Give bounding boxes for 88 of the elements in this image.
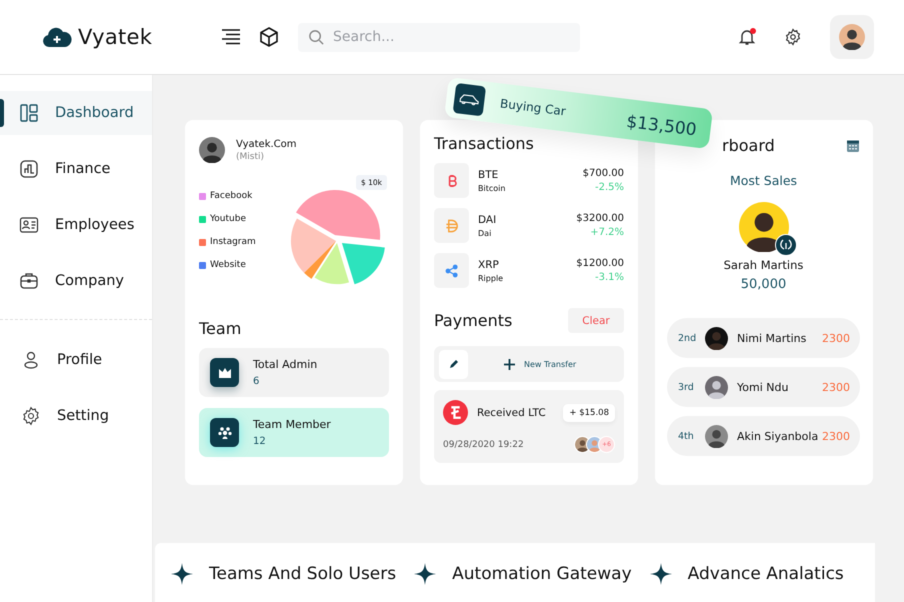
- team-stat-card[interactable]: Team Member 12: [199, 408, 389, 457]
- leaderboard-row[interactable]: 3rd Yomi Ndu 2300: [667, 367, 860, 407]
- avatar: [738, 202, 788, 252]
- cube-icon[interactable]: [258, 26, 280, 48]
- notification-button[interactable]: [738, 28, 756, 46]
- sparkle-icon: [414, 563, 436, 585]
- rank-label: 3rd: [678, 382, 695, 392]
- coin-change: +7.2%: [589, 227, 624, 238]
- rank-label: 4th: [678, 430, 695, 442]
- pencil-icon: [448, 358, 460, 370]
- legend-label: Instagram: [210, 237, 256, 247]
- section-title: Team: [199, 319, 242, 338]
- section-title: Payments: [434, 311, 512, 330]
- ripple-icon: [444, 262, 460, 278]
- top-seller-score: 50,000: [740, 277, 788, 292]
- seller-name: Nimi Martins: [737, 332, 806, 344]
- avatar: [199, 137, 225, 163]
- legend-label: Website: [210, 260, 246, 270]
- sidebar-item[interactable]: Dashboard: [0, 91, 152, 135]
- sidebar-item[interactable]: Company: [0, 259, 152, 303]
- card-amount: $13,500: [625, 111, 698, 140]
- payment-amount: + $15.08: [563, 404, 615, 422]
- avatar: [705, 424, 728, 448]
- legend-label: Youtube: [210, 214, 246, 224]
- coin-amount: $3200.00: [576, 213, 624, 224]
- brand-name: Vyatek: [78, 25, 152, 49]
- plus-icon: [504, 358, 515, 370]
- coin-name: Bitcoin: [478, 184, 506, 192]
- rank-label: 2nd: [678, 332, 698, 344]
- feature-label: Automation Gateway: [452, 564, 632, 584]
- stat-label: Total Admin: [253, 358, 318, 371]
- new-transfer-button[interactable]: New Transfer: [504, 358, 576, 370]
- people-icon: [216, 424, 232, 440]
- id-card-icon: [19, 215, 39, 235]
- profile-avatar-button[interactable]: [830, 15, 874, 59]
- section-title: Transactions: [434, 134, 535, 153]
- sparkle-icon: [650, 563, 672, 585]
- dashboard-icon: [19, 103, 39, 123]
- calendar-icon[interactable]: [846, 138, 860, 152]
- sparkle-icon: [171, 563, 193, 585]
- litecoin-icon: [443, 400, 468, 425]
- sidebar-item[interactable]: Finance: [0, 147, 152, 191]
- settings-icon: [21, 406, 41, 426]
- avatar: [839, 24, 865, 50]
- team-stat-card[interactable]: Total Admin 6: [199, 348, 389, 397]
- stat-label: Team Member: [253, 418, 331, 431]
- settings-icon[interactable]: [784, 28, 802, 46]
- sidebar-item[interactable]: Employees: [0, 203, 152, 247]
- payment-title: Received LTC: [477, 406, 546, 418]
- leaderboard-subtitle: Most Sales: [728, 173, 798, 188]
- coin-name: Dai: [478, 228, 492, 238]
- seller-name: Yomi Ndu: [737, 380, 788, 394]
- coin-name: Ripple: [478, 274, 504, 282]
- dai-icon: [444, 218, 460, 234]
- coin-change: -3.1%: [594, 272, 624, 283]
- stat-count: 12: [253, 436, 267, 447]
- section-title: rboard: [722, 136, 775, 155]
- avatar: [705, 376, 728, 398]
- cloud-logo-icon: [42, 26, 72, 48]
- edit-button[interactable]: [439, 350, 468, 378]
- feature-label: Advance Analatics: [688, 564, 844, 584]
- card-title: Buying Car: [499, 96, 566, 118]
- briefcase-icon: [19, 271, 39, 291]
- coin-amount: $700.00: [582, 168, 624, 179]
- laurel-badge-icon: [774, 234, 796, 256]
- coin-symbol: XRP: [478, 258, 500, 270]
- top-seller-name: Sarah Martins: [722, 258, 804, 272]
- account-handle: (Misti): [236, 152, 266, 162]
- seller-score: 2300: [822, 380, 850, 394]
- legend-label: Facebook: [210, 191, 252, 201]
- search-field[interactable]: Search...: [298, 22, 580, 52]
- leaderboard-row[interactable]: 4th Akin Siyanbola 2300: [667, 416, 860, 456]
- leaderboard-row[interactable]: 2nd Nimi Martins 2300: [667, 318, 860, 358]
- coin-symbol: DAI: [478, 214, 496, 226]
- sidebar-item[interactable]: Profile: [0, 338, 152, 382]
- coin-symbol: BTE: [478, 168, 500, 180]
- seller-name: Akin Siyanbola: [737, 430, 818, 442]
- account-name: Vyatek.Com: [236, 138, 297, 150]
- sidebar-item[interactable]: Setting: [0, 394, 152, 438]
- coin-change: -2.5%: [594, 182, 624, 193]
- seller-score: 2300: [822, 430, 850, 442]
- seller-score: 2300: [822, 332, 850, 344]
- avatar: [705, 326, 728, 350]
- chart-icon: [19, 159, 39, 179]
- stat-count: 6: [253, 376, 260, 387]
- payment-date: 09/28/2020 19:22: [443, 440, 524, 450]
- coin-amount: $1200.00: [576, 258, 624, 269]
- feature-label: Teams And Solo Users: [209, 564, 396, 584]
